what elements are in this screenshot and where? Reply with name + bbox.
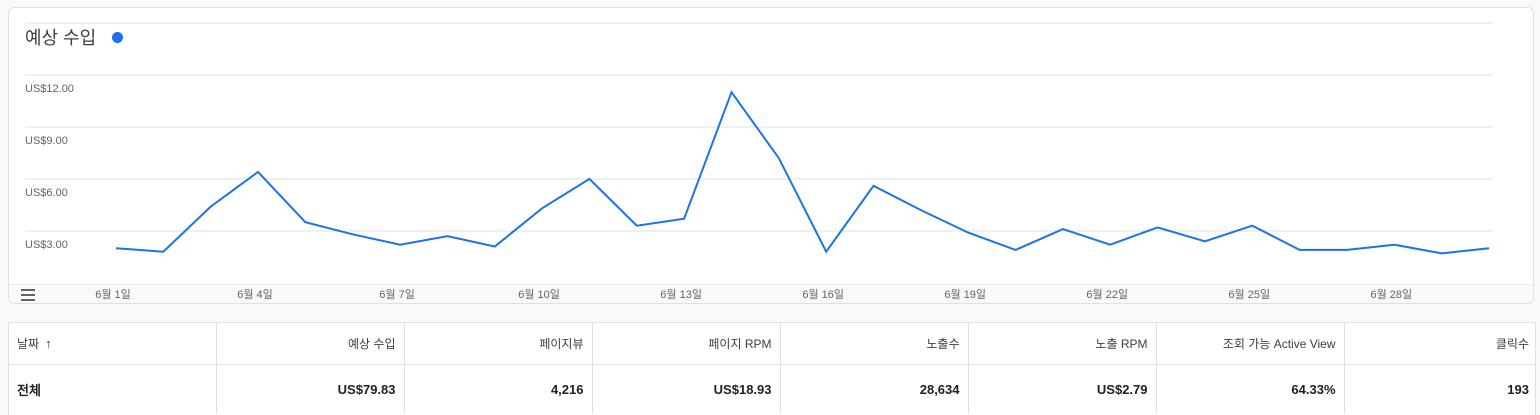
header-active-view-viewable[interactable]: 조회 가능 Active View bbox=[1156, 323, 1345, 365]
earnings-series-line[interactable] bbox=[115, 90, 1490, 255]
header-impressions[interactable]: 노출수 bbox=[780, 323, 969, 365]
arrow-up-icon[interactable]: ↑ bbox=[45, 336, 52, 351]
menu-icon[interactable] bbox=[21, 289, 35, 301]
header-page-rpm[interactable]: 페이지 RPM bbox=[592, 323, 781, 365]
header-estimated-earnings[interactable]: 예상 수입 bbox=[216, 323, 405, 365]
table-row-total: 전체 US$79.83 4,216 US$18.93 28,634 US$2.7… bbox=[9, 364, 1535, 414]
data-point[interactable] bbox=[1390, 241, 1398, 249]
data-point[interactable] bbox=[585, 175, 593, 183]
y-tick-label: US$9.00 bbox=[25, 135, 68, 147]
cell-total-page-views: 4,216 bbox=[404, 364, 593, 414]
data-point[interactable] bbox=[1154, 223, 1162, 231]
y-tick-label: US$12.00 bbox=[25, 83, 74, 95]
data-point[interactable] bbox=[1343, 246, 1351, 254]
data-point[interactable] bbox=[254, 168, 262, 176]
data-point[interactable] bbox=[1201, 237, 1209, 245]
header-impression-rpm[interactable]: 노출 RPM bbox=[968, 323, 1157, 365]
data-point[interactable] bbox=[491, 242, 499, 250]
data-point[interactable] bbox=[443, 232, 451, 240]
data-point[interactable] bbox=[727, 88, 735, 96]
header-page-views[interactable]: 페이지뷰 bbox=[404, 323, 593, 365]
data-point[interactable] bbox=[870, 182, 878, 190]
data-point[interactable] bbox=[1438, 249, 1446, 257]
data-point[interactable] bbox=[112, 244, 120, 252]
y-tick-label: US$6.00 bbox=[25, 187, 68, 199]
data-point[interactable] bbox=[917, 206, 925, 214]
cell-total-label: 전체 bbox=[9, 364, 217, 414]
data-point[interactable] bbox=[301, 218, 309, 226]
data-point[interactable] bbox=[822, 248, 830, 256]
earnings-chart-card: 예상 수입 US$3.00 US$6.00 US$9.00 US$12.00 6월 1… bbox=[8, 7, 1534, 304]
data-point[interactable] bbox=[1296, 246, 1304, 254]
line-chart: US$3.00 US$6.00 US$9.00 US$12.00 bbox=[25, 22, 1493, 257]
report-table: 날짜 ↑ 예상 수입 페이지뷰 페이지 RPM 노출수 노출 RPM 조회 가능 … bbox=[8, 322, 1536, 415]
cell-total-impression-rpm: US$2.79 bbox=[968, 364, 1157, 414]
data-point[interactable] bbox=[1059, 225, 1067, 233]
cell-total-page-rpm: US$18.93 bbox=[592, 364, 781, 414]
table-header-row: 날짜 ↑ 예상 수입 페이지뷰 페이지 RPM 노출수 노출 RPM 조회 가능 … bbox=[9, 323, 1535, 365]
data-point[interactable] bbox=[349, 230, 357, 238]
data-point[interactable] bbox=[207, 203, 215, 211]
data-point[interactable] bbox=[396, 241, 404, 249]
header-clicks[interactable]: 클릭수 bbox=[1344, 323, 1535, 365]
data-point[interactable] bbox=[159, 248, 167, 256]
data-point[interactable] bbox=[1106, 241, 1114, 249]
data-point[interactable] bbox=[775, 154, 783, 162]
data-point[interactable] bbox=[964, 229, 972, 237]
cell-total-active-view: 64.33% bbox=[1156, 364, 1345, 414]
data-point[interactable] bbox=[538, 204, 546, 212]
data-point[interactable] bbox=[1485, 244, 1493, 252]
cell-total-earnings: US$79.83 bbox=[216, 364, 405, 414]
y-tick-label: US$3.00 bbox=[25, 239, 68, 251]
data-point[interactable] bbox=[1248, 222, 1256, 230]
data-point[interactable] bbox=[1012, 246, 1020, 254]
data-point[interactable] bbox=[633, 222, 641, 230]
x-axis-bar bbox=[9, 284, 1533, 303]
data-point[interactable] bbox=[680, 215, 688, 223]
cell-total-impressions: 28,634 bbox=[780, 364, 969, 414]
cell-total-clicks: 193 bbox=[1507, 381, 1529, 397]
header-date[interactable]: 날짜 ↑ bbox=[9, 323, 217, 365]
